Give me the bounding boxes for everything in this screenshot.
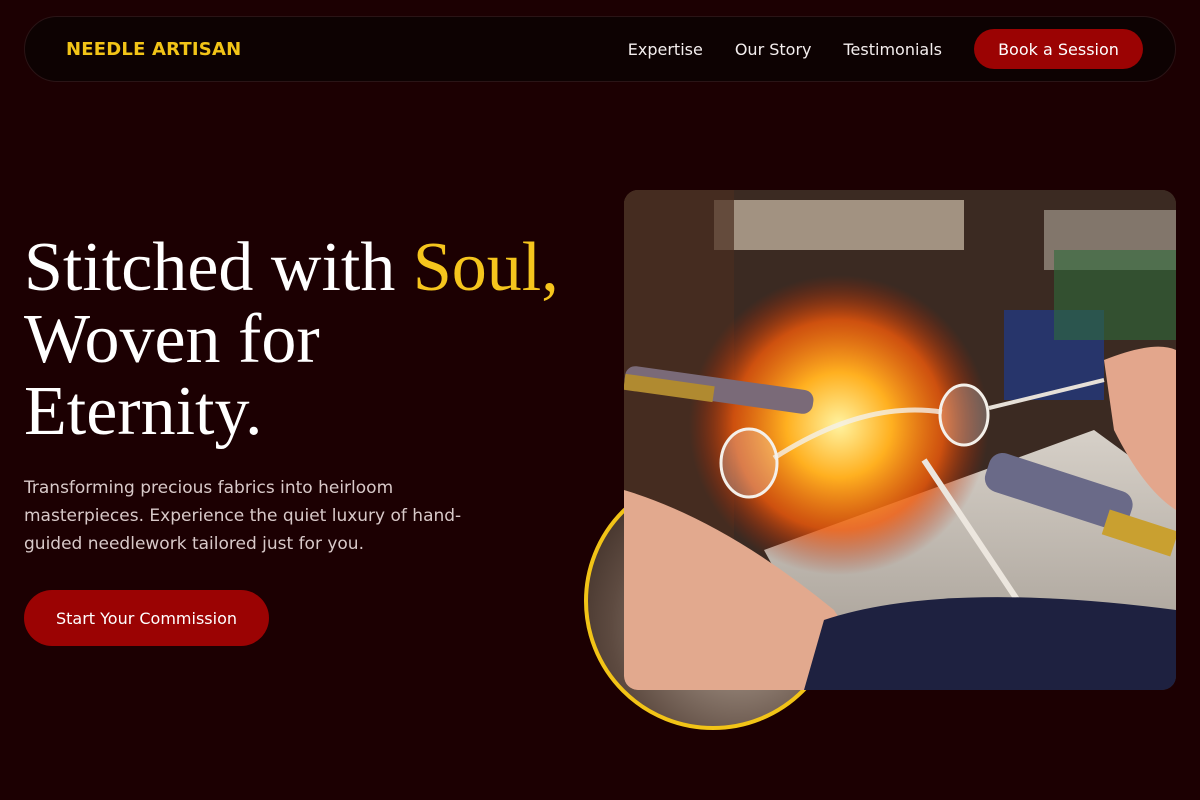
- nav-link-our-story[interactable]: Our Story: [735, 40, 812, 59]
- top-navbar: NEEDLE ARTISAN Expertise Our Story Testi…: [24, 16, 1176, 82]
- brand-logo[interactable]: NEEDLE ARTISAN: [66, 39, 241, 60]
- nav-links: Expertise Our Story Testimonials Book a …: [628, 29, 1143, 69]
- book-session-button[interactable]: Book a Session: [974, 29, 1143, 69]
- glassblowing-illustration: [624, 190, 1176, 690]
- start-commission-button[interactable]: Start Your Commission: [24, 590, 269, 646]
- hero-title-part1: Stitched with: [24, 229, 413, 306]
- hero-image: [624, 190, 1176, 690]
- hero-title-part2: Woven for: [24, 301, 320, 378]
- hero-title-part3: Eternity.: [24, 373, 263, 450]
- hero-title: Stitched with Soul, Woven for Eternity.: [24, 232, 614, 448]
- hero-subtitle: Transforming precious fabrics into heirl…: [24, 478, 462, 554]
- nav-link-expertise[interactable]: Expertise: [628, 40, 703, 59]
- nav-link-testimonials[interactable]: Testimonials: [844, 40, 943, 59]
- hero-title-accent: Soul,: [412, 229, 559, 306]
